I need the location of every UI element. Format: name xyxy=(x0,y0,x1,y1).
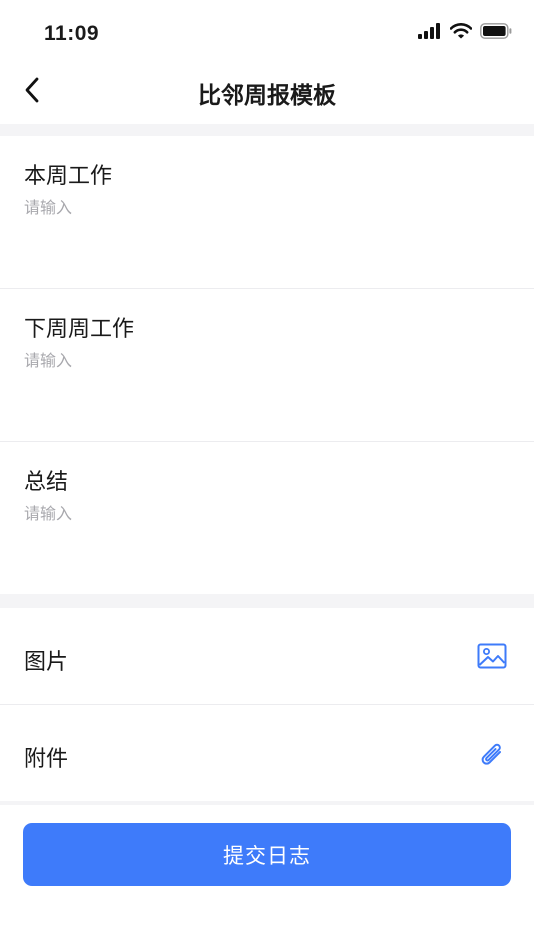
summary-section: 总结 xyxy=(0,442,534,594)
submit-log-button[interactable]: 提交日志 xyxy=(23,823,511,886)
attachment-label: 附件 xyxy=(24,747,69,772)
section-gap xyxy=(0,124,534,136)
image-label: 图片 xyxy=(24,650,69,675)
status-bar: 11:09 xyxy=(0,0,534,60)
attachment-row[interactable]: 附件 xyxy=(0,705,534,801)
next-week-work-section: 下周周工作 xyxy=(0,289,534,441)
summary-input[interactable] xyxy=(24,500,510,580)
next-week-work-input[interactable] xyxy=(24,347,510,427)
next-week-work-label: 下周周工作 xyxy=(24,317,135,342)
section-gap xyxy=(0,801,534,805)
page-title: 比邻周报模板 xyxy=(198,83,336,109)
section-gap xyxy=(0,594,534,608)
status-icons xyxy=(418,23,512,43)
summary-label: 总结 xyxy=(24,470,69,495)
navigation-bar: 比邻周报模板 xyxy=(0,60,534,124)
wifi-icon xyxy=(449,23,473,43)
this-week-work-input[interactable] xyxy=(24,194,510,274)
status-time: 11:09 xyxy=(44,22,100,45)
signal-icon xyxy=(418,23,442,43)
image-icon[interactable] xyxy=(476,640,508,672)
battery-icon xyxy=(480,23,512,43)
this-week-work-label: 本周工作 xyxy=(24,164,113,189)
this-week-work-section: 本周工作 xyxy=(0,136,534,288)
image-row[interactable]: 图片 xyxy=(0,608,534,704)
paperclip-icon[interactable] xyxy=(476,737,508,769)
